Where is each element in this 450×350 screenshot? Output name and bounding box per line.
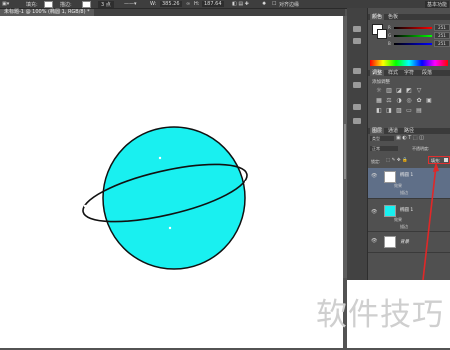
tool-preset[interactable]: ▣▾: [2, 1, 9, 7]
clone-source-icon[interactable]: [353, 118, 361, 124]
anchor-point: [244, 180, 248, 184]
panel-icon-strip: [347, 8, 368, 280]
fill-swatch[interactable]: [44, 1, 53, 8]
stroke-swatch[interactable]: [82, 1, 91, 8]
document-tab[interactable]: 未标题-1 @ 100% (椭圆 1, RGB/8) *: [0, 9, 94, 16]
anchor-point: [158, 156, 162, 160]
annotation-arrow: [422, 162, 439, 280]
planet-circle: [102, 126, 246, 270]
settings-icon[interactable]: ✹: [262, 1, 266, 7]
w-label: W:: [150, 1, 157, 7]
link-icon[interactable]: ∞: [186, 1, 190, 7]
anchor-point: [168, 226, 172, 230]
brush-icon[interactable]: [353, 104, 361, 110]
watermark: 软件技巧: [316, 297, 444, 333]
history-icon[interactable]: [353, 26, 361, 32]
stroke-label: 描边:: [60, 2, 72, 8]
h-label: H:: [194, 1, 200, 7]
align-edges-label: 对齐边缘: [279, 2, 300, 8]
stroke-type-dropdown[interactable]: ——▾: [124, 1, 137, 7]
fill-label: 填充:: [26, 2, 38, 8]
w-field[interactable]: 385.26: [160, 1, 182, 7]
right-panels: 颜色 色板 R 251 G 251 B 251 调整 样式 字符 段落 添加调整…: [368, 8, 450, 280]
scrollbar-thumb[interactable]: [344, 124, 346, 179]
canvas[interactable]: [0, 16, 343, 348]
stroke-width-field[interactable]: 3 点: [98, 1, 114, 8]
actions-icon[interactable]: [353, 38, 361, 44]
info-icon[interactable]: [353, 82, 361, 88]
h-field[interactable]: 187.64: [202, 1, 224, 7]
workspace-switcher[interactable]: 基本功能: [425, 1, 450, 8]
align-edges-checkbox[interactable]: ☐: [272, 1, 276, 7]
document-tab-bar: 未标题-1 @ 100% (椭圆 1, RGB/8) *: [0, 9, 345, 16]
properties-icon[interactable]: [353, 68, 361, 74]
planet-artwork[interactable]: [0, 16, 343, 348]
anchor-point: [83, 204, 87, 208]
path-ops-icon[interactable]: ◧ ▤ ✚: [232, 1, 249, 7]
